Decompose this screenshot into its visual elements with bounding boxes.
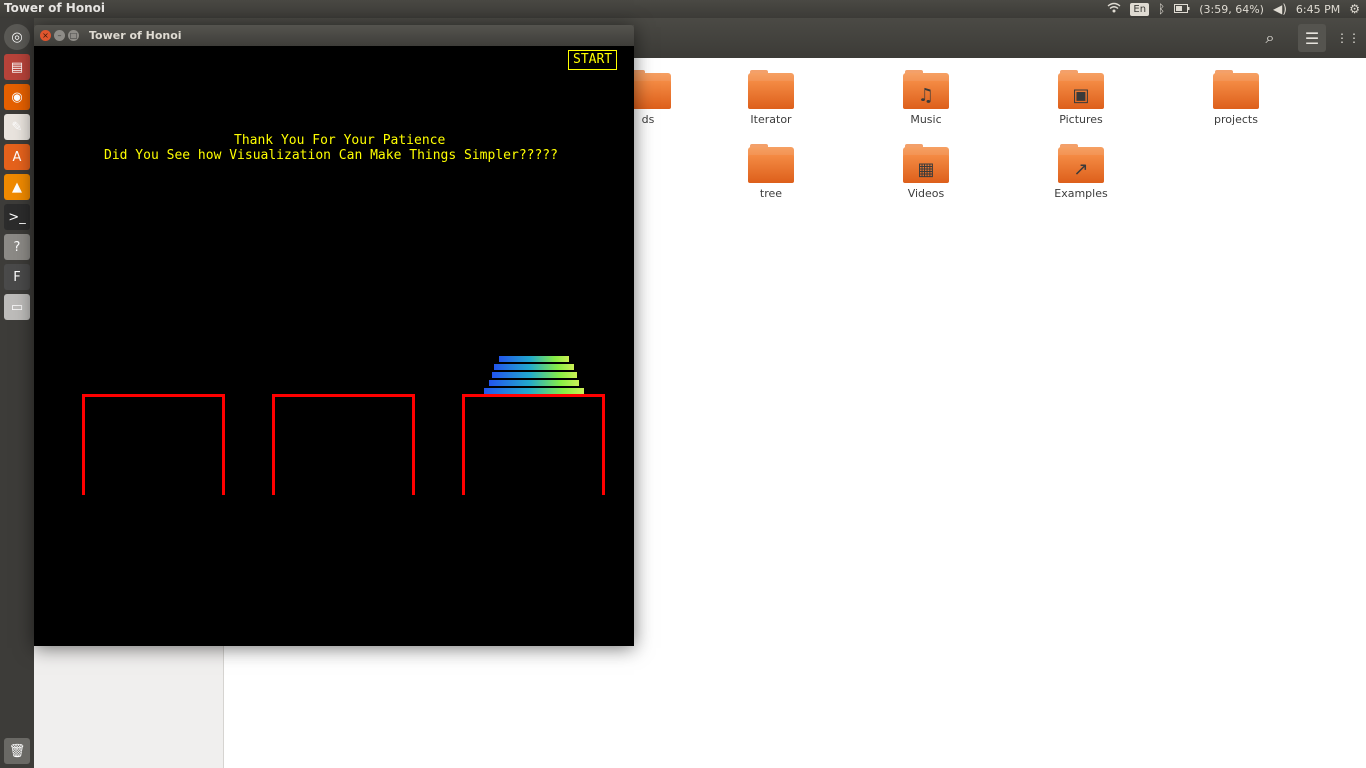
launcher-terminal-icon[interactable]: >_ [4, 204, 30, 230]
disk [489, 380, 579, 386]
launcher-vlc-icon[interactable]: ▲ [4, 174, 30, 200]
launcher-drive-icon[interactable]: ▭ [4, 294, 30, 320]
folder-iterator[interactable]: Iterator [716, 70, 826, 126]
disk [484, 388, 584, 394]
peg-1 [82, 394, 225, 495]
folder-videos[interactable]: ▦ Videos [871, 144, 981, 200]
trash-icon[interactable]: 🗑 [4, 738, 30, 764]
folder-icon: ▣ [1058, 70, 1104, 109]
peg-3 [462, 394, 605, 495]
menu-icon[interactable]: ☰ [1298, 24, 1326, 52]
folder-label: tree [759, 187, 783, 200]
keyboard-layout-indicator[interactable]: En [1130, 2, 1150, 16]
clock[interactable]: 6:45 PM [1296, 3, 1340, 16]
search-icon[interactable]: ⌕ [1256, 24, 1284, 52]
disk [499, 356, 569, 362]
battery-icon[interactable] [1174, 2, 1190, 16]
folder-icon [748, 70, 794, 109]
folder-label: Music [910, 113, 942, 126]
window-title: Tower of Honoi [89, 29, 182, 42]
launcher-flash-icon[interactable]: F [4, 264, 30, 290]
top-panel: Tower of Honoi En ᛒ (3:59, 64%) ◀) 6:45 … [0, 0, 1366, 18]
wifi-icon[interactable] [1107, 2, 1121, 16]
disk [494, 364, 574, 370]
battery-status: (3:59, 64%) [1199, 2, 1264, 16]
game-canvas[interactable]: START Thank You For Your Patience Did Yo… [34, 46, 634, 646]
folder-icon: ↗ [1058, 144, 1104, 183]
active-app-title: Tower of Honoi [4, 1, 105, 15]
folder-label: Examples [1054, 187, 1108, 200]
folder-icon: ♫ [903, 70, 949, 109]
settings-gear-icon[interactable]: ⚙ [1349, 2, 1360, 16]
folder-tree[interactable]: tree [716, 144, 826, 200]
tower-of-honoi-window: × – □ Tower of Honoi START Thank You For… [34, 25, 634, 646]
window-titlebar[interactable]: × – □ Tower of Honoi [34, 25, 634, 46]
peg-2 [272, 394, 415, 495]
bluetooth-icon[interactable]: ᛒ [1158, 2, 1165, 16]
folder-label: Videos [907, 187, 945, 200]
folder-icon [1213, 70, 1259, 109]
close-icon[interactable]: × [40, 30, 51, 41]
start-button[interactable]: START [568, 50, 618, 70]
volume-icon[interactable]: ◀) [1273, 2, 1287, 16]
launcher: ◎ ▤ ◉ ✎ A ▲ >_? F ▭ 🗑 [0, 18, 35, 768]
thank-you-message: Thank You For Your Patience [234, 133, 446, 148]
grid-view-icon[interactable]: ⋮⋮ [1334, 24, 1362, 52]
launcher-dash-home-icon[interactable]: ◎ [4, 24, 30, 50]
system-tray: En ᛒ (3:59, 64%) ◀) 6:45 PM ⚙ [1107, 0, 1360, 18]
disk [491, 372, 577, 378]
folder-music[interactable]: ♫ Music [871, 70, 981, 126]
folder-icon [748, 144, 794, 183]
launcher-software-center-icon[interactable]: A [4, 144, 30, 170]
folder-icon: ▦ [903, 144, 949, 183]
minimize-icon[interactable]: – [54, 30, 65, 41]
folder-label: Pictures [1059, 113, 1103, 126]
folder-projects[interactable]: projects [1181, 70, 1291, 126]
folder-label: projects [1214, 113, 1258, 126]
launcher-help-icon[interactable]: ? [4, 234, 30, 260]
launcher-firefox-icon[interactable]: ◉ [4, 84, 30, 110]
visualization-message: Did You See how Visualization Can Make T… [104, 148, 558, 163]
folder-pictures[interactable]: ▣ Pictures [1026, 70, 1136, 126]
launcher-files-icon[interactable]: ▤ [4, 54, 30, 80]
launcher-libreoffice-icon[interactable]: ✎ [4, 114, 30, 140]
maximize-icon[interactable]: □ [68, 30, 79, 41]
folder-label: Iterator [750, 113, 792, 126]
folder-examples[interactable]: ↗ Examples [1026, 144, 1136, 200]
